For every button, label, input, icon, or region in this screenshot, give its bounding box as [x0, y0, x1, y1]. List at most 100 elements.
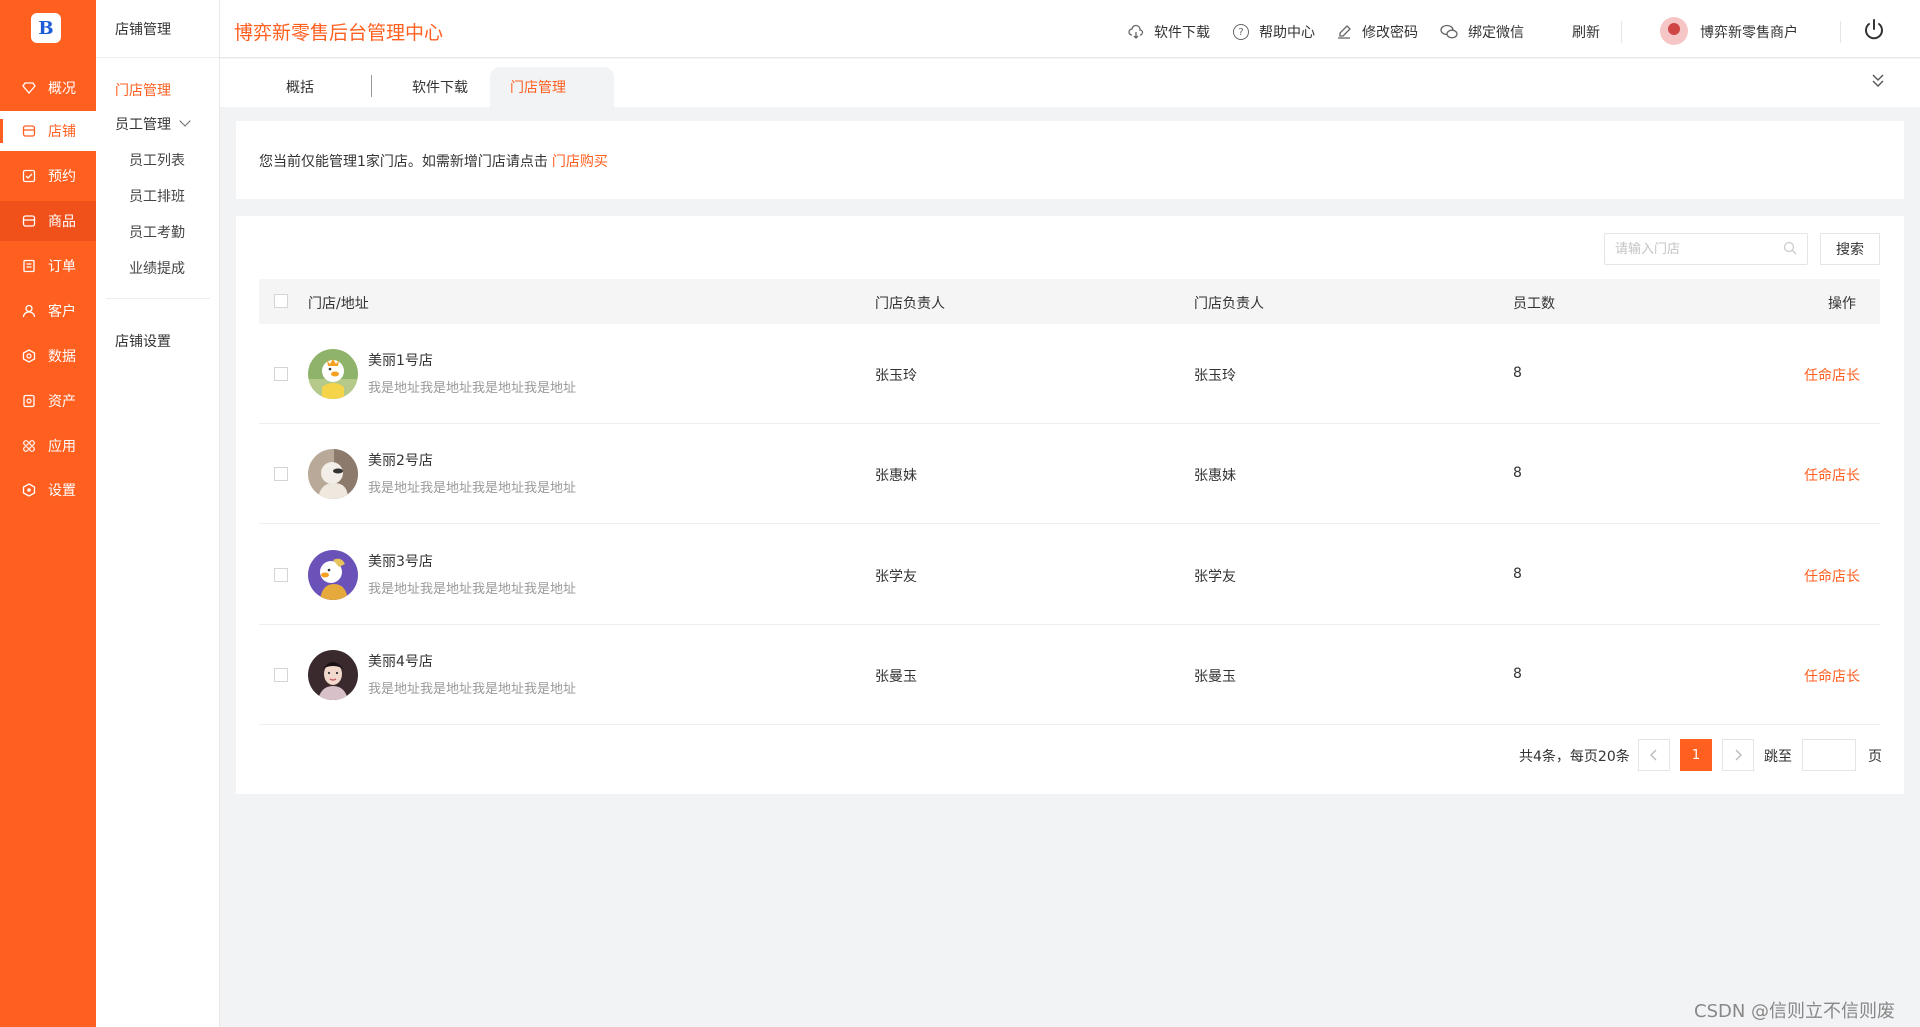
rail-item-overview[interactable]: 概况 — [0, 68, 96, 108]
app-logo[interactable]: B — [31, 13, 61, 43]
search-input[interactable] — [1605, 234, 1775, 264]
sidebar-group-label: 员工管理 — [115, 117, 171, 133]
select-all-checkbox[interactable] — [274, 294, 288, 308]
change-password-link[interactable]: 修改密码 — [1336, 22, 1418, 42]
store-table-card: 搜索 门店/地址 门店负责人 门店负责人 员工数 操作 美丽1号店 我是地址我是… — [236, 216, 1904, 794]
tab-software-download[interactable]: 软件下载 — [390, 67, 490, 107]
page-unit-label: 页 — [1868, 749, 1882, 765]
appoint-manager-link[interactable]: 任命店长 — [1804, 365, 1860, 385]
jump-label: 跳至 — [1764, 749, 1792, 765]
diamond-icon — [22, 81, 36, 95]
search-button[interactable]: 搜索 — [1820, 233, 1880, 265]
search-icon[interactable] — [1783, 241, 1797, 255]
bind-wechat-link[interactable]: 绑定微信 — [1440, 22, 1524, 42]
rail-label: 概况 — [48, 81, 76, 97]
asset-icon — [22, 394, 36, 408]
rail-label: 客户 — [48, 304, 76, 320]
store-avatar — [308, 650, 358, 700]
row-checkbox[interactable] — [274, 467, 288, 481]
sidebar-item-staff-list[interactable]: 员工列表 — [129, 150, 185, 170]
refresh-link[interactable]: 刷新 — [1572, 22, 1600, 42]
double-chevron-down-icon[interactable] — [1870, 71, 1886, 91]
question-icon: ? — [1233, 24, 1249, 40]
store-owner: 张曼玉 — [875, 669, 917, 685]
software-download-link[interactable]: 软件下载 — [1128, 22, 1210, 42]
row-checkbox[interactable] — [274, 367, 288, 381]
store-name: 美丽2号店 — [368, 453, 433, 469]
apps-icon — [22, 439, 36, 453]
help-center-link[interactable]: ? 帮助中心 — [1233, 22, 1315, 42]
settings-icon — [22, 483, 36, 497]
next-page-button[interactable] — [1722, 739, 1754, 771]
staff-count: 8 — [1513, 566, 1522, 582]
rail-label: 应用 — [48, 439, 76, 455]
prev-page-button[interactable] — [1638, 739, 1670, 771]
cloud-download-icon — [1128, 24, 1144, 40]
header-divider — [1840, 21, 1841, 43]
table-row: 美丽1号店 我是地址我是地址我是地址我是地址 张玉玲 张玉玲 8 任命店长 — [259, 324, 1880, 424]
column-header-staff-count: 员工数 — [1513, 296, 1555, 312]
sidebar-item-store-management[interactable]: 门店管理 — [115, 80, 171, 100]
staff-count: 8 — [1513, 666, 1522, 682]
store-address: 我是地址我是地址我是地址我是地址 — [368, 582, 577, 597]
sidebar-item-commission[interactable]: 业绩提成 — [129, 258, 185, 278]
store-owner: 张惠妹 — [875, 468, 917, 484]
edit-icon — [1336, 24, 1352, 40]
store-owner: 张学友 — [875, 569, 917, 585]
rail-item-goods[interactable]: 商品 — [0, 201, 96, 241]
power-icon[interactable] — [1862, 18, 1886, 42]
sidebar-group-staff[interactable]: 员工管理 — [115, 114, 191, 134]
sidebar-item-staff-schedule[interactable]: 员工排班 — [129, 186, 185, 206]
store-address: 我是地址我是地址我是地址我是地址 — [368, 481, 577, 496]
app-title: 博弈新零售后台管理中心 — [234, 22, 444, 44]
appoint-manager-link[interactable]: 任命店长 — [1804, 465, 1860, 485]
rail-item-apps[interactable]: 应用 — [0, 426, 96, 466]
row-checkbox[interactable] — [274, 568, 288, 582]
appoint-manager-link[interactable]: 任命店长 — [1804, 566, 1860, 586]
search-box — [1604, 233, 1808, 265]
jump-page-input[interactable] — [1802, 739, 1856, 771]
goods-icon — [22, 214, 36, 228]
store-avatar — [308, 550, 358, 600]
sidebar-item-staff-attendance[interactable]: 员工考勤 — [129, 222, 185, 242]
pagination-summary: 共4条，每页20条 — [1519, 749, 1630, 765]
rail-item-data[interactable]: 数据 — [0, 336, 96, 376]
store-address: 我是地址我是地址我是地址我是地址 — [368, 381, 577, 396]
tab-divider — [371, 75, 372, 97]
chevron-down-icon — [179, 115, 191, 127]
rail-item-assets[interactable]: 资产 — [0, 381, 96, 421]
link-label: 绑定微信 — [1468, 25, 1524, 41]
rail-label: 资产 — [48, 394, 76, 410]
rail-item-booking[interactable]: 预约 — [0, 156, 96, 196]
logo-glyph: B — [38, 17, 54, 39]
staff-count: 8 — [1513, 465, 1522, 481]
order-icon — [22, 259, 36, 273]
store-name: 美丽3号店 — [368, 554, 433, 570]
left-rail: B 概况 店铺 预约 商品 订单 客户 数据 资产 应用 设置 — [0, 0, 96, 1027]
rail-item-store[interactable]: 店铺 — [0, 111, 96, 151]
row-checkbox[interactable] — [274, 668, 288, 682]
user-name[interactable]: 博弈新零售商户 — [1700, 22, 1798, 42]
rail-item-settings[interactable]: 设置 — [0, 470, 96, 510]
link-label: 帮助中心 — [1259, 25, 1315, 41]
buy-store-link[interactable]: 门店购买 — [552, 154, 608, 170]
store-name: 美丽4号店 — [368, 654, 433, 670]
user-avatar[interactable] — [1660, 17, 1688, 45]
link-label: 软件下载 — [1154, 25, 1210, 41]
store-owner-2: 张玉玲 — [1194, 368, 1236, 384]
user-icon — [22, 304, 36, 318]
appoint-manager-link[interactable]: 任命店长 — [1804, 666, 1860, 686]
tab-store-management[interactable]: 门店管理 — [490, 67, 614, 107]
rail-item-orders[interactable]: 订单 — [0, 246, 96, 286]
rail-item-customers[interactable]: 客户 — [0, 291, 96, 331]
table-header: 门店/地址 门店负责人 门店负责人 员工数 操作 — [259, 279, 1880, 324]
notice-message: 您当前仅能管理1家门店。如需新增门店请点击 — [259, 154, 548, 170]
data-icon — [22, 349, 36, 363]
store-owner-2: 张曼玉 — [1194, 669, 1236, 685]
store-owner-2: 张惠妹 — [1194, 468, 1236, 484]
sidebar-item-shop-settings[interactable]: 店铺设置 — [115, 331, 171, 351]
staff-count: 8 — [1513, 365, 1522, 381]
sidebar-divider — [106, 298, 210, 299]
tab-overview[interactable]: 概括 — [260, 67, 340, 107]
page-number-current[interactable]: 1 — [1680, 739, 1712, 771]
